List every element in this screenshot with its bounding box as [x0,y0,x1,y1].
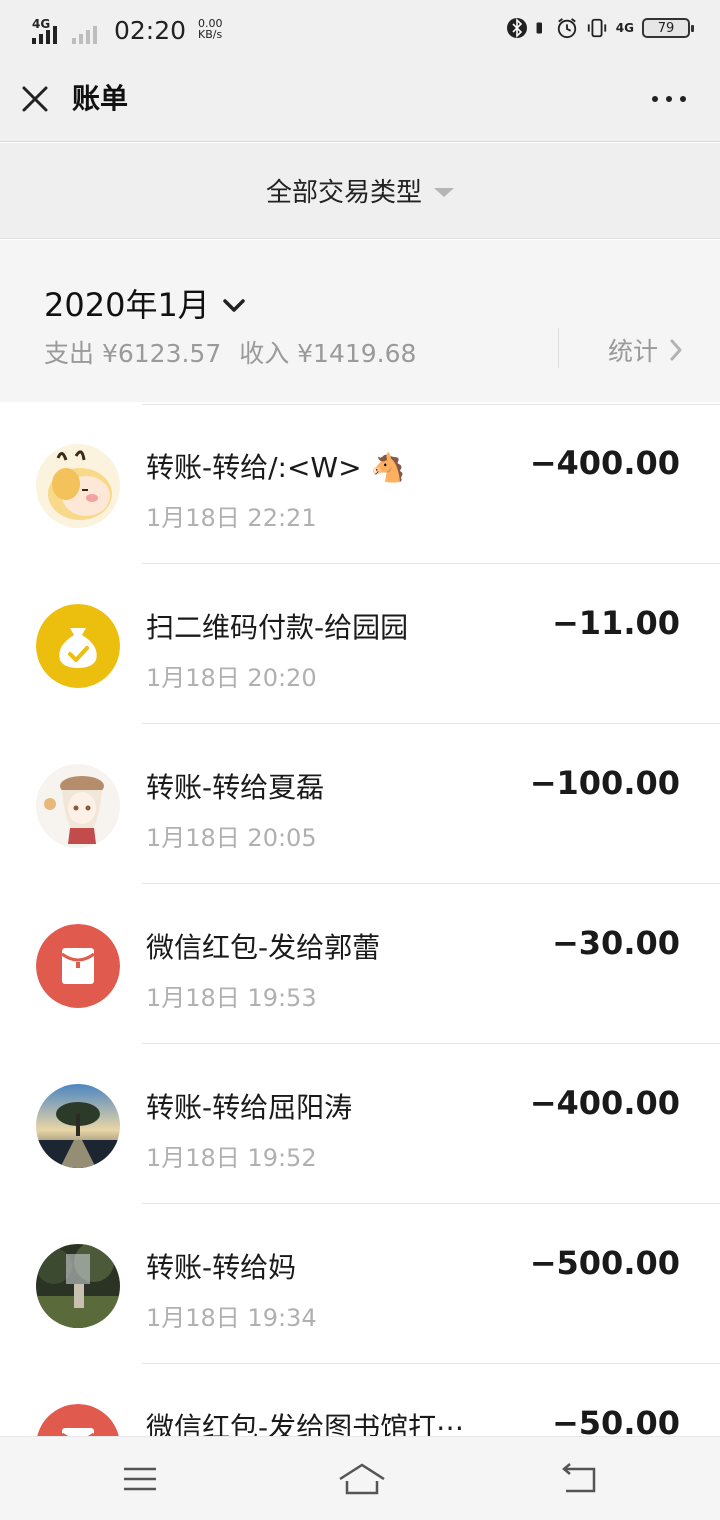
month-summary-header: 2020年1月 支出 ¥6123.57 收入 ¥1419.68 统计 [0,240,720,402]
transaction-time: 1月18日 19:34 [146,1304,317,1332]
filter-label: 全部交易类型 [265,178,422,208]
transaction-amount: −30.00 [551,924,680,962]
transaction-amount: −400.00 [529,444,680,482]
transaction-time: 1月18日 20:05 [146,824,317,852]
transaction-item[interactable]: 转账-转给屈阳涛 1月18日 19:52 −400.00 [0,1044,720,1204]
bluetooth-icon [506,18,527,38]
device-icon [536,22,542,34]
transaction-item[interactable]: 转账-转给妈 1月18日 19:34 −500.00 [0,1204,720,1364]
caret-down-icon [434,188,454,197]
transaction-title: 转账-转给/:<W> 🐴 [146,451,406,484]
transaction-time: 1月18日 20:20 [146,664,317,692]
transaction-time: 1月18日 22:21 [146,504,317,532]
chevron-down-icon [223,299,245,312]
transaction-amount: −400.00 [529,1084,680,1122]
transaction-amount: −100.00 [529,764,680,802]
statistics-label: 统计 [607,337,658,366]
anime-girl-avatar [36,764,120,848]
transaction-type-filter[interactable]: 全部交易类型 [0,143,720,239]
chevron-right-icon [670,339,682,361]
title-bar: 账单 [0,56,720,142]
red-packet-icon [36,924,120,1008]
divider [558,328,559,368]
transaction-item[interactable]: 转账-转给/:<W> 🐴 1月18日 22:21 −400.00 [0,404,720,564]
more-options-icon[interactable] [652,96,686,102]
transaction-title: 转账-转给夏磊 [146,771,325,804]
transaction-title: 微信红包-发给郭蕾 [146,931,381,964]
network-speed-unit: KB/s [198,28,223,41]
page-title: 账单 [72,82,129,115]
battery-icon: 79 [642,18,694,38]
status-bar: 4G 02:20 0.00 KB/s 4G 79 [0,0,720,56]
home-icon[interactable] [338,1459,386,1499]
network-speed: 0.00 KB/s [198,18,223,40]
month-totals: 支出 ¥6123.57 收入 ¥1419.68 [44,334,416,370]
cartoon-avatar [36,444,120,528]
transaction-time: 1月18日 19:53 [146,984,317,1012]
clock: 02:20 [114,16,187,45]
transaction-item[interactable]: 微信红包-发给郭蕾 1月18日 19:53 −30.00 [0,884,720,1044]
transaction-item[interactable]: 扫二维码付款-给园园 1月18日 20:20 −11.00 [0,564,720,724]
tree-sunset-avatar [36,1084,120,1168]
park-photo-avatar [36,1244,120,1328]
money-bag-icon [36,604,120,688]
secondary-signal-icon [72,18,102,46]
transaction-title: 扫二维码付款-给园园 [146,611,409,644]
transaction-list: 转账-转给/:<W> 🐴 1月18日 22:21 −400.00 扫二维码付款-… [0,404,720,1520]
close-icon[interactable] [20,84,50,114]
battery-level: 79 [657,20,675,36]
cellular-signal-icon: 4G [32,18,62,46]
month-selector[interactable]: 2020年1月 [44,280,246,326]
transaction-title: 转账-转给妈 [146,1251,297,1284]
back-icon[interactable] [560,1459,600,1499]
month-label: 2020年1月 [44,286,210,324]
transaction-time: 1月18日 19:52 [146,1144,317,1172]
transaction-amount: −500.00 [529,1244,680,1282]
vibrate-icon [587,18,606,38]
transaction-title: 转账-转给屈阳涛 [146,1091,353,1124]
transaction-amount: −11.00 [551,604,680,642]
alarm-icon [557,18,576,39]
statistics-button[interactable]: 统计 [608,332,684,368]
menu-icon[interactable] [120,1459,160,1499]
transaction-item[interactable]: 转账-转给夏磊 1月18日 20:05 −100.00 [0,724,720,884]
income-total: 收入 ¥1419.68 [239,339,417,368]
network-type-right: 4G [615,21,634,35]
expense-total: 支出 ¥6123.57 [44,339,222,368]
system-navigation-bar [0,1436,720,1520]
